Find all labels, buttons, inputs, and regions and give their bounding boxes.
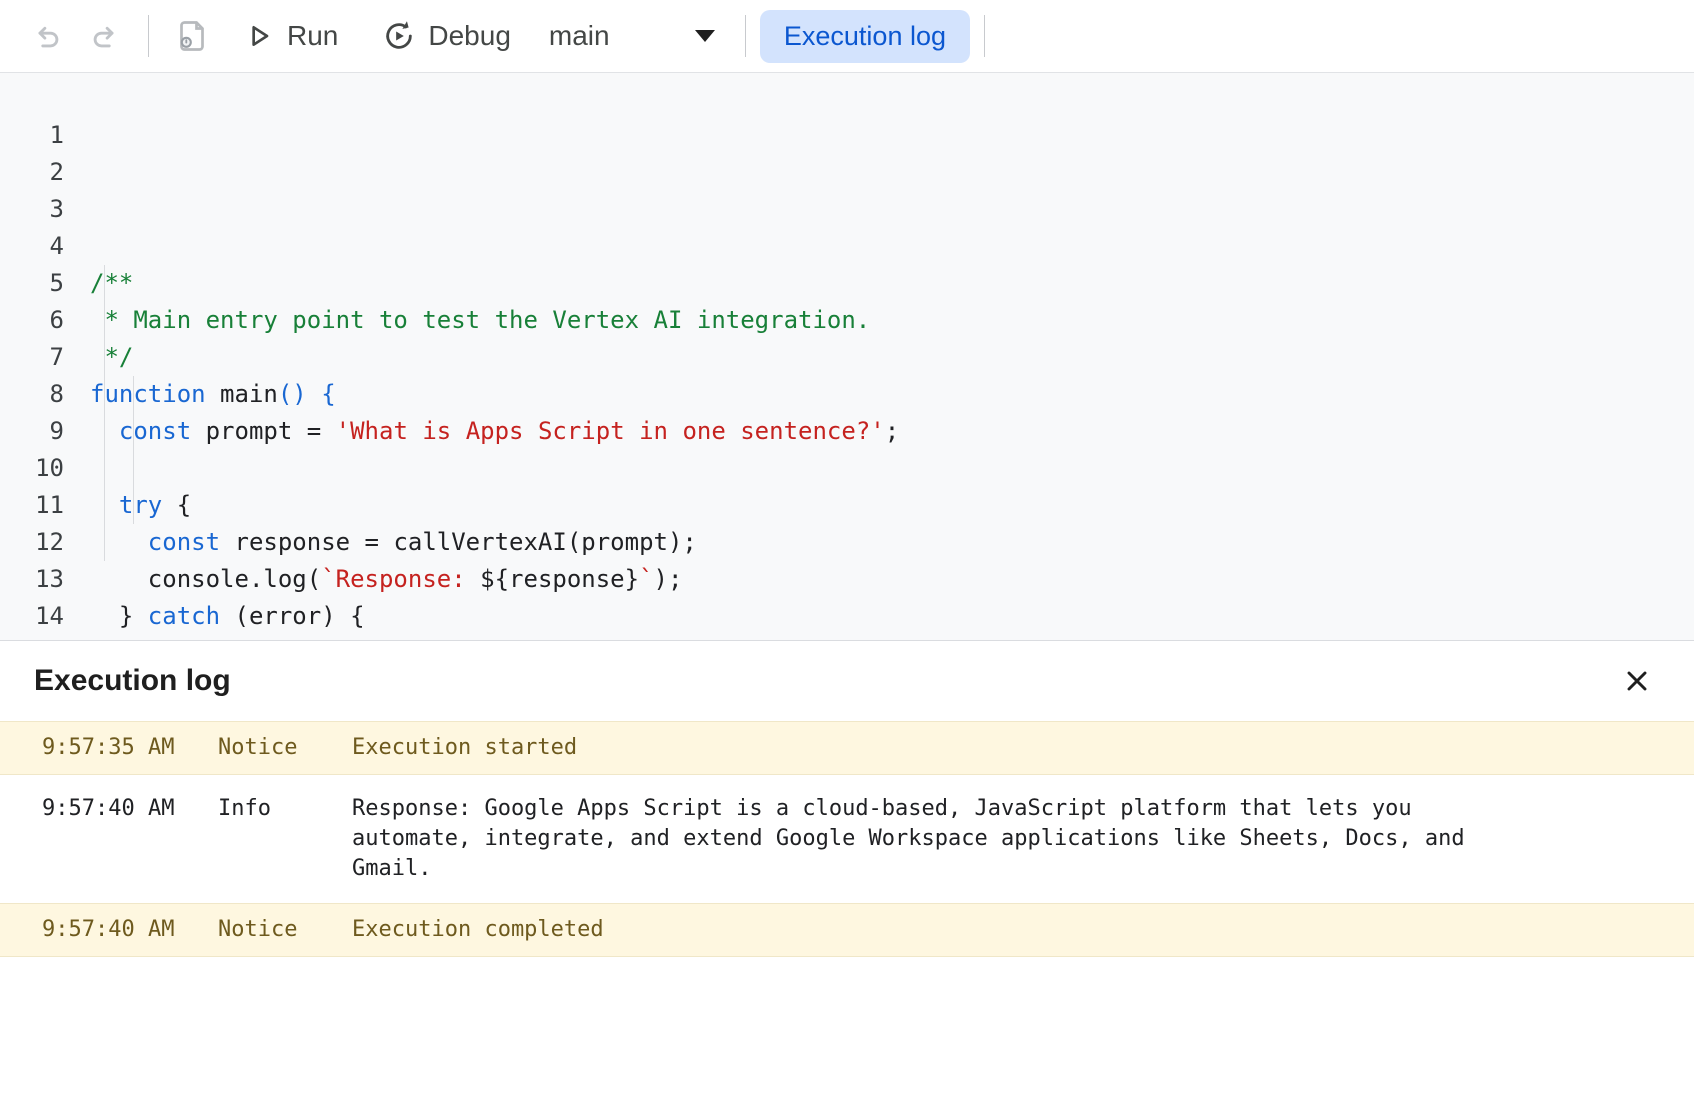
code-line[interactable]: const response = callVertexAI(prompt); <box>90 524 1694 561</box>
line-number: 10 <box>0 450 64 487</box>
code-token: `Failed to call Vertex AI: <box>350 639 740 640</box>
code-line[interactable]: const prompt = 'What is Apps Script in o… <box>90 413 1694 450</box>
code-line[interactable]: /** <box>90 265 1694 302</box>
code-token: ); <box>654 565 683 593</box>
redo-icon <box>88 19 122 53</box>
code-token: ` <box>971 639 985 640</box>
line-number: 11 <box>0 487 64 524</box>
apps-script-editor: Run Debug main Execution log 12345678910… <box>0 0 1694 957</box>
line-number: 14 <box>0 598 64 635</box>
code-token: console.error( <box>90 639 350 640</box>
code-token: ${response} <box>480 565 639 593</box>
code-token: const <box>148 528 220 556</box>
line-number: 8 <box>0 376 64 413</box>
code-line[interactable]: } catch (error) { <box>90 598 1694 635</box>
log-entry-message: Execution started <box>352 733 1512 763</box>
execution-log-header: Execution log <box>0 640 1694 721</box>
code-token: prompt = <box>191 417 336 445</box>
code-content[interactable]: /** * Main entry point to test the Verte… <box>90 117 1694 640</box>
code-token: */ <box>90 343 133 371</box>
debug-icon <box>382 19 416 53</box>
execution-log-button[interactable]: Execution log <box>760 10 970 63</box>
line-number: 2 <box>0 154 64 191</box>
log-entry: 9:57:40 AMInfoResponse: Google Apps Scri… <box>0 775 1694 903</box>
code-editor[interactable]: 1234567891011121314 /** * Main entry poi… <box>0 73 1694 640</box>
run-button[interactable]: Run <box>229 12 352 60</box>
code-line[interactable]: function main() { <box>90 376 1694 413</box>
log-entry-time: 9:57:35 AM <box>0 733 218 763</box>
log-entries: 9:57:35 AMNoticeExecution started9:57:40… <box>0 721 1694 957</box>
toolbar: Run Debug main Execution log <box>0 0 1694 73</box>
indent-guide <box>104 265 105 561</box>
code-token: ); <box>986 639 1015 640</box>
execution-log-title: Execution log <box>34 664 231 698</box>
toolbar-divider <box>984 15 985 57</box>
log-entry-level: Info <box>218 794 352 824</box>
log-entry-message: Response: Google Apps Script is a cloud-… <box>352 794 1512 884</box>
code-token: /** <box>90 269 133 297</box>
code-token: function <box>90 380 206 408</box>
selected-function-label: main <box>549 20 610 52</box>
log-entry-message: Execution completed <box>352 915 1512 945</box>
code-token: ` <box>639 565 653 593</box>
code-token: 'What is Apps Script in one sentence?' <box>336 417 885 445</box>
code-token: response = callVertexAI(prompt); <box>220 528 697 556</box>
undo-button[interactable] <box>24 13 70 59</box>
code-line[interactable]: */ <box>90 339 1694 376</box>
close-icon <box>1621 665 1653 697</box>
log-entry-time: 9:57:40 AM <box>0 915 218 945</box>
toolbar-divider <box>148 15 149 57</box>
log-entry-time: 9:57:40 AM <box>0 794 218 824</box>
run-label: Run <box>287 20 338 52</box>
line-numbers: 1234567891011121314 <box>0 117 90 640</box>
code-token: try <box>119 491 162 519</box>
line-number: 7 <box>0 339 64 376</box>
code-token: (error) { <box>220 602 365 630</box>
toolbar-divider <box>745 15 746 57</box>
line-number: 3 <box>0 191 64 228</box>
undo-icon <box>30 19 64 53</box>
save-project-icon <box>174 18 210 54</box>
debug-label: Debug <box>428 20 511 52</box>
line-number: 9 <box>0 413 64 450</box>
code-token: catch <box>148 602 220 630</box>
line-number: 12 <box>0 524 64 561</box>
caret-down-icon <box>695 30 715 42</box>
indent-guide <box>133 376 134 524</box>
line-number: 5 <box>0 265 64 302</box>
close-button[interactable] <box>1614 658 1660 704</box>
code-token: ; <box>885 417 899 445</box>
code-token: { <box>162 491 191 519</box>
code-line[interactable]: console.error(`Failed to call Vertex AI:… <box>90 635 1694 640</box>
execution-log-panel: Execution log 9:57:35 AMNoticeExecution … <box>0 640 1694 957</box>
code-token: } <box>90 602 148 630</box>
log-entry-level: Notice <box>218 733 352 763</box>
redo-button[interactable] <box>82 13 128 59</box>
line-number: 13 <box>0 561 64 598</box>
code-token: main <box>206 380 278 408</box>
code-token: console.log( <box>90 565 321 593</box>
code-token: ${error.message} <box>740 639 971 640</box>
log-entry: 9:57:35 AMNoticeExecution started <box>0 721 1694 775</box>
code-line[interactable]: console.log(`Response: ${response}`); <box>90 561 1694 598</box>
code-token: `Response: <box>321 565 480 593</box>
code-token: const <box>119 417 191 445</box>
code-token: * Main entry point to test the Vertex AI… <box>90 306 870 334</box>
code-line[interactable]: * Main entry point to test the Vertex AI… <box>90 302 1694 339</box>
line-number: 4 <box>0 228 64 265</box>
code-line[interactable] <box>90 450 1694 487</box>
line-number: 1 <box>0 117 64 154</box>
function-selector[interactable]: main <box>539 12 725 60</box>
code-line[interactable]: try { <box>90 487 1694 524</box>
code-token: () { <box>278 380 336 408</box>
log-entry: 9:57:40 AMNoticeExecution completed <box>0 903 1694 957</box>
line-number: 6 <box>0 302 64 339</box>
debug-button[interactable]: Debug <box>368 11 525 61</box>
play-icon <box>243 20 275 52</box>
code-token <box>90 528 148 556</box>
save-project-button[interactable] <box>169 13 215 59</box>
log-entry-level: Notice <box>218 915 352 945</box>
